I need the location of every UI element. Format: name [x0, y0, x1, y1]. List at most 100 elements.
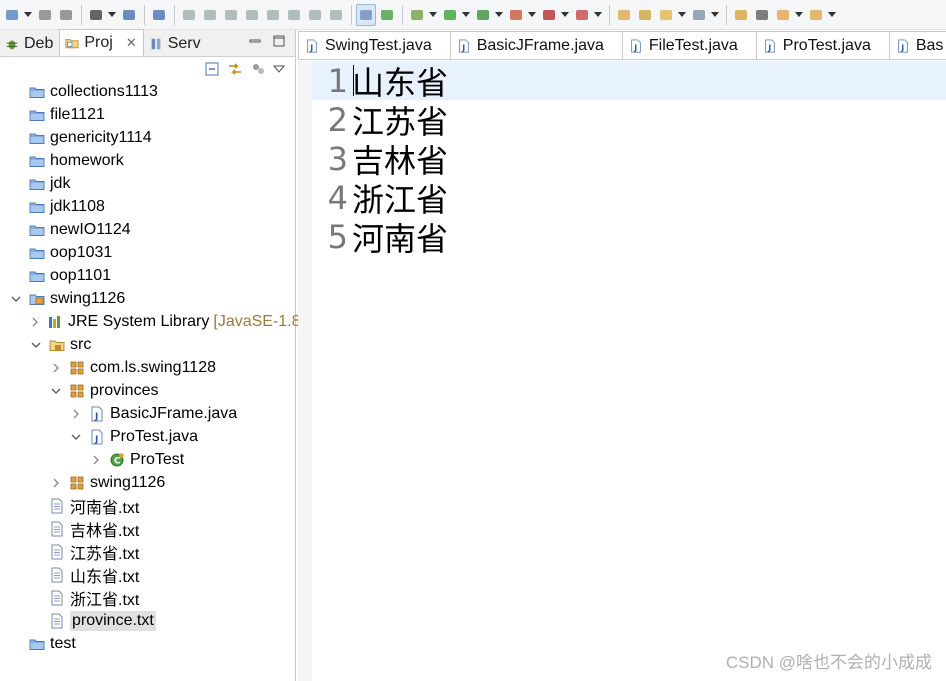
tree-item[interactable]: C ProTest — [0, 448, 295, 471]
filters-icon[interactable] — [251, 62, 265, 76]
code-line[interactable]: 4 浙江省 — [312, 178, 946, 219]
view-menu-icon[interactable] — [273, 64, 285, 74]
disconnect-icon[interactable] — [242, 4, 262, 26]
line-text[interactable]: 河南省 — [350, 214, 448, 260]
tree-item[interactable]: provinces — [0, 379, 295, 402]
tree-item[interactable]: 江苏省.txt — [0, 540, 295, 563]
editor-tab[interactable]: J SwingTest.java — [298, 31, 451, 59]
tree-item[interactable]: file1121 — [0, 103, 295, 126]
tree-item[interactable]: 河南省.txt — [0, 494, 295, 517]
tree-item[interactable]: test — [0, 632, 295, 655]
view-tab-proj[interactable]: Proj ✕ — [59, 29, 144, 56]
console-icon[interactable] — [119, 4, 139, 26]
chevron-down-icon[interactable] — [50, 385, 62, 397]
tree-item[interactable]: 浙江省.txt — [0, 586, 295, 609]
stop-server-icon[interactable] — [539, 4, 559, 26]
skip-breakpoints-icon[interactable] — [149, 4, 169, 26]
editor-tab[interactable]: J ProTest.java — [756, 31, 890, 59]
tree-item[interactable]: J BasicJFrame.java — [0, 402, 295, 425]
tree-item[interactable]: swing1126 — [0, 471, 295, 494]
tree-item[interactable]: 山东省.txt — [0, 563, 295, 586]
tree-item[interactable]: 吉林省.txt — [0, 517, 295, 540]
chevron-down-icon[interactable] — [30, 339, 42, 351]
close-icon[interactable]: ✕ — [126, 35, 137, 51]
step-over-icon[interactable] — [284, 4, 304, 26]
editor-tab[interactable]: J BasicJFrame.java — [450, 31, 623, 59]
editor-body[interactable]: 1 山东省 2 江苏省 3 吉林省 4 浙江省 5 河南省 — [298, 61, 946, 681]
tree-item[interactable]: JRE System Library [JavaSE-1.8] — [0, 310, 305, 333]
toolbar-separator — [609, 4, 610, 25]
editor-tab[interactable]: J Bas — [889, 31, 946, 59]
tree-item[interactable]: oop1031 — [0, 241, 295, 264]
terminate-icon[interactable] — [221, 4, 241, 26]
dropdown-arrow-icon[interactable] — [794, 4, 803, 26]
run-last-icon[interactable] — [572, 4, 592, 26]
tree-item[interactable]: src — [0, 333, 295, 356]
dropdown-arrow-icon[interactable] — [677, 4, 686, 26]
open-type-icon[interactable] — [635, 4, 655, 26]
step-into-icon[interactable] — [263, 4, 283, 26]
resume-icon[interactable] — [179, 4, 199, 26]
collapse-all-icon[interactable] — [205, 62, 219, 76]
code-line[interactable]: 1 山东省 — [312, 61, 946, 102]
tree-item[interactable]: jdk — [0, 172, 295, 195]
editor-tab[interactable]: J FileTest.java — [622, 31, 757, 59]
coverage-icon[interactable] — [473, 4, 493, 26]
chevron-right-icon[interactable] — [30, 316, 40, 328]
dropdown-arrow-icon[interactable] — [593, 4, 602, 26]
prev-annotation-icon[interactable] — [806, 4, 826, 26]
run-icon[interactable] — [440, 4, 460, 26]
chevron-right-icon[interactable] — [70, 408, 82, 420]
save-all-icon[interactable] — [56, 4, 76, 26]
chevron-right-icon[interactable] — [90, 454, 102, 466]
tree-item[interactable]: J ProTest.java — [0, 425, 295, 448]
dropdown-arrow-icon[interactable] — [527, 4, 536, 26]
toggle-mark-icon[interactable] — [731, 4, 751, 26]
debug-icon[interactable] — [407, 4, 427, 26]
dropdown-arrow-icon[interactable] — [827, 4, 836, 26]
dropdown-arrow-icon[interactable] — [107, 4, 116, 26]
chevron-right-icon[interactable] — [50, 362, 62, 374]
maximize-icon[interactable] — [273, 35, 285, 47]
code-line[interactable]: 5 河南省 — [312, 217, 946, 258]
user-icon[interactable] — [86, 4, 106, 26]
tree-item[interactable]: homework — [0, 149, 295, 172]
tree-item[interactable]: jdk1108 — [0, 195, 295, 218]
stop-icon[interactable] — [377, 4, 397, 26]
show-whitespace-icon[interactable] — [752, 4, 772, 26]
dropdown-arrow-icon[interactable] — [23, 4, 32, 26]
tree-item[interactable]: genericity1114 — [0, 126, 295, 149]
next-annotation-icon[interactable] — [773, 4, 793, 26]
chevron-right-icon[interactable] — [50, 477, 62, 489]
save-icon[interactable] — [35, 4, 55, 26]
tree-item[interactable]: province.txt — [0, 609, 295, 632]
dropdown-arrow-icon[interactable] — [461, 4, 470, 26]
annotation-icon[interactable] — [689, 4, 709, 26]
new-icon[interactable] — [2, 4, 22, 26]
dropdown-arrow-icon[interactable] — [710, 4, 719, 26]
dropdown-arrow-icon[interactable] — [560, 4, 569, 26]
tree-item[interactable]: newIO1124 — [0, 218, 295, 241]
new-package-icon[interactable] — [614, 4, 634, 26]
view-tab-deb[interactable]: Deb — [0, 31, 59, 56]
external-tools-icon[interactable] — [506, 4, 526, 26]
minimize-icon[interactable] — [249, 35, 261, 47]
dropdown-arrow-icon[interactable] — [494, 4, 503, 26]
code-line[interactable]: 3 吉林省 — [312, 139, 946, 180]
chevron-down-icon[interactable] — [10, 293, 22, 305]
drop-to-frame-icon[interactable] — [326, 4, 346, 26]
view-tab-serv[interactable]: Serv — [144, 31, 207, 56]
tree-item[interactable]: com.ls.swing1128 — [0, 356, 295, 379]
use-step-filters-icon[interactable] — [356, 3, 376, 26]
search-icon[interactable] — [656, 4, 676, 26]
step-return-icon[interactable] — [305, 4, 325, 26]
tree-item[interactable]: oop1101 — [0, 264, 295, 287]
code-area[interactable]: 1 山东省 2 江苏省 3 吉林省 4 浙江省 5 河南省 — [312, 61, 946, 258]
tree-item[interactable]: swing1126 — [0, 287, 295, 310]
chevron-down-icon[interactable] — [70, 431, 82, 443]
tree-item[interactable]: collections1113 — [0, 80, 295, 103]
link-with-editor-icon[interactable] — [227, 62, 243, 76]
dropdown-arrow-icon[interactable] — [428, 4, 437, 26]
suspend-icon[interactable] — [200, 4, 220, 26]
code-line[interactable]: 2 江苏省 — [312, 100, 946, 141]
